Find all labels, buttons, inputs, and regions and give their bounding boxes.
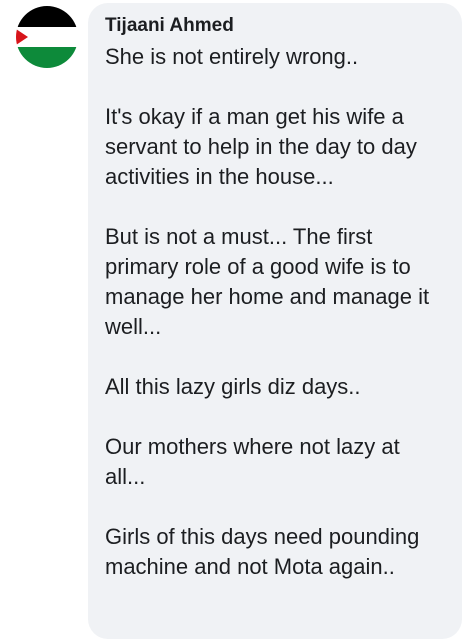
avatar[interactable] xyxy=(16,6,78,68)
flag-avatar-icon xyxy=(16,6,78,68)
comment-paragraph: She is not entirely wrong.. xyxy=(105,44,359,69)
comment-paragraph: But is not a must... The first primary r… xyxy=(105,224,430,339)
comment-paragraph: Our mothers where not lazy at all... xyxy=(105,434,400,489)
comment-paragraph: All this lazy girls diz days.. xyxy=(105,374,361,399)
author-name[interactable]: Tijaani Ahmed xyxy=(105,14,446,38)
comment-paragraph: It's okay if a man get his wife a servan… xyxy=(105,104,417,189)
comment-text: She is not entirely wrong.. It's okay if… xyxy=(105,42,446,582)
comment-bubble: Tijaani Ahmed She is not entirely wrong.… xyxy=(88,3,462,639)
comment-paragraph: Girls of this days need pounding machine… xyxy=(105,524,420,579)
